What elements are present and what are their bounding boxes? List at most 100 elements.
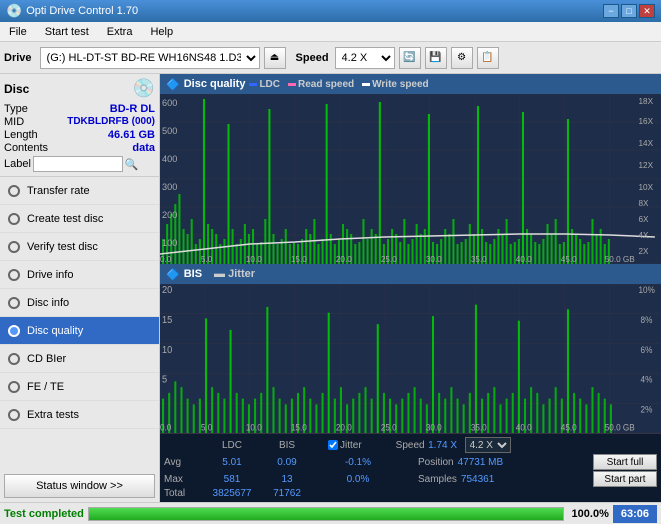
nav-label-fe-te: FE / TE (27, 381, 64, 393)
speed-selector[interactable]: 4.2 X (465, 437, 511, 453)
app-icon: 💿 (6, 3, 22, 19)
progress-bar-fill (89, 508, 563, 520)
total-label: Total (164, 488, 202, 499)
svg-text:8X: 8X (639, 199, 650, 208)
eject-button[interactable]: ⏏ (264, 47, 286, 69)
disc-type-label: Type (4, 103, 28, 115)
minimize-button[interactable]: − (603, 4, 619, 18)
progress-percent: 100.0% (572, 508, 609, 520)
max-bis: 13 (262, 474, 312, 485)
bis-icon: 🔷 (166, 268, 180, 281)
save-button[interactable]: 💾 (425, 47, 447, 69)
copy-button[interactable]: 📋 (477, 47, 499, 69)
menu-file[interactable]: File (4, 24, 32, 40)
svg-text:8%: 8% (641, 315, 653, 326)
samples-value: 754361 (461, 474, 494, 485)
total-bis: 71762 (262, 488, 312, 499)
menu-start-test[interactable]: Start test (40, 24, 94, 40)
svg-text:18X: 18X (639, 97, 654, 106)
jitter-col-label: Jitter (340, 440, 362, 451)
chart-title-text: Disc quality (184, 78, 246, 90)
svg-text:4%: 4% (641, 374, 653, 385)
col-header-ldc: LDC (202, 440, 262, 451)
svg-text:20: 20 (162, 285, 173, 297)
nav-label-create-test-disc: Create test disc (27, 213, 103, 225)
disc-label-label: Label (4, 158, 31, 170)
svg-text:300: 300 (162, 182, 177, 192)
legend-ldc: LDC (259, 79, 280, 90)
maximize-button[interactable]: □ (621, 4, 637, 18)
svg-text:15: 15 (162, 315, 173, 327)
nav-label-disc-info: Disc info (27, 297, 69, 309)
jitter-label: ▬ Jitter (214, 268, 255, 280)
nav-label-drive-info: Drive info (27, 269, 73, 281)
close-button[interactable]: ✕ (639, 4, 655, 18)
svg-text:40.0: 40.0 (516, 255, 532, 264)
svg-text:200: 200 (162, 210, 177, 220)
sidebar-item-extra-tests[interactable]: Extra tests (0, 401, 159, 429)
svg-text:500: 500 (162, 126, 177, 136)
sidebar-item-create-test-disc[interactable]: Create test disc (0, 205, 159, 233)
label-search-icon[interactable]: 🔍 (125, 158, 139, 171)
svg-text:5: 5 (162, 374, 168, 386)
chart-legend: LDC Read speed Write speed (249, 79, 428, 90)
sidebar-item-transfer-rate[interactable]: Transfer rate (0, 177, 159, 205)
svg-text:400: 400 (162, 154, 177, 164)
drive-select[interactable]: (G:) HL-DT-ST BD-RE WH16NS48 1.D3 (40, 47, 260, 69)
sidebar-item-disc-info[interactable]: Disc info (0, 289, 159, 317)
position-label: Position (418, 457, 454, 468)
speed-stat-label: Speed (396, 440, 425, 451)
sidebar-item-disc-quality[interactable]: Disc quality (0, 317, 159, 345)
nav-label-cd-bier: CD BIer (27, 353, 66, 365)
sidebar-item-fe-te[interactable]: FE / TE (0, 373, 159, 401)
col-header-bis: BIS (262, 440, 312, 451)
disc-contents-label: Contents (4, 142, 48, 154)
disc-mid-label: MID (4, 116, 24, 128)
legend-read-speed: Read speed (298, 79, 354, 90)
start-full-button[interactable]: Start full (593, 454, 657, 470)
total-ldc: 3825677 (202, 488, 262, 499)
titlebar-controls: − □ ✕ (603, 4, 655, 18)
jitter-checkbox[interactable] (328, 440, 338, 450)
svg-text:25.0: 25.0 (381, 255, 397, 264)
chart-header-top: 🔷 Disc quality LDC Read speed Write spee… (160, 74, 661, 94)
progress-bar (88, 507, 564, 521)
disc-label-input[interactable] (33, 156, 123, 172)
disc-type-value: BD-R DL (110, 103, 155, 115)
svg-text:45.0: 45.0 (561, 255, 577, 264)
menu-extra[interactable]: Extra (102, 24, 138, 40)
bottom-chart-svg: 20 15 10 5 0.0 5.0 10.0 15.0 20.0 25.0 3… (160, 284, 661, 433)
svg-text:15.0: 15.0 (291, 422, 307, 433)
avg-ldc: 5.01 (202, 457, 262, 468)
svg-text:16X: 16X (639, 117, 654, 126)
status-label: Test completed (4, 508, 84, 520)
svg-text:45.0: 45.0 (561, 422, 577, 433)
sidebar-item-verify-test-disc[interactable]: Verify test disc (0, 233, 159, 261)
chart-header-bottom: 🔷 BIS ▬ Jitter (160, 264, 661, 284)
sidebar-item-cd-bier[interactable]: CD BIer (0, 345, 159, 373)
titlebar-title: 💿 Opti Drive Control 1.70 (6, 3, 138, 19)
status-window-button[interactable]: Status window >> (4, 474, 155, 498)
legend-write-speed: Write speed (372, 79, 429, 90)
disc-mid-value: TDKBLDRFB (000) (67, 116, 155, 128)
start-part-button[interactable]: Start part (593, 471, 657, 487)
sidebar-item-drive-info[interactable]: Drive info (0, 261, 159, 289)
position-value: 47731 MB (458, 457, 504, 468)
nav-label-disc-quality: Disc quality (27, 325, 83, 337)
avg-label: Avg (164, 457, 202, 468)
settings-button[interactable]: ⚙ (451, 47, 473, 69)
svg-text:30.0: 30.0 (426, 422, 442, 433)
titlebar: 💿 Opti Drive Control 1.70 − □ ✕ (0, 0, 661, 22)
avg-bis: 0.09 (262, 457, 312, 468)
max-label: Max (164, 474, 202, 485)
nav-label-transfer-rate: Transfer rate (27, 185, 90, 197)
svg-text:14X: 14X (639, 139, 654, 148)
svg-text:10%: 10% (639, 285, 656, 296)
speed-select[interactable]: 4.2 X (335, 47, 395, 69)
svg-text:6X: 6X (639, 215, 650, 224)
menu-help[interactable]: Help (145, 24, 178, 40)
chart-title: 🔷 (166, 78, 180, 91)
refresh-button[interactable]: 🔄 (399, 47, 421, 69)
svg-text:2%: 2% (641, 404, 653, 415)
svg-text:20.0: 20.0 (336, 422, 352, 433)
